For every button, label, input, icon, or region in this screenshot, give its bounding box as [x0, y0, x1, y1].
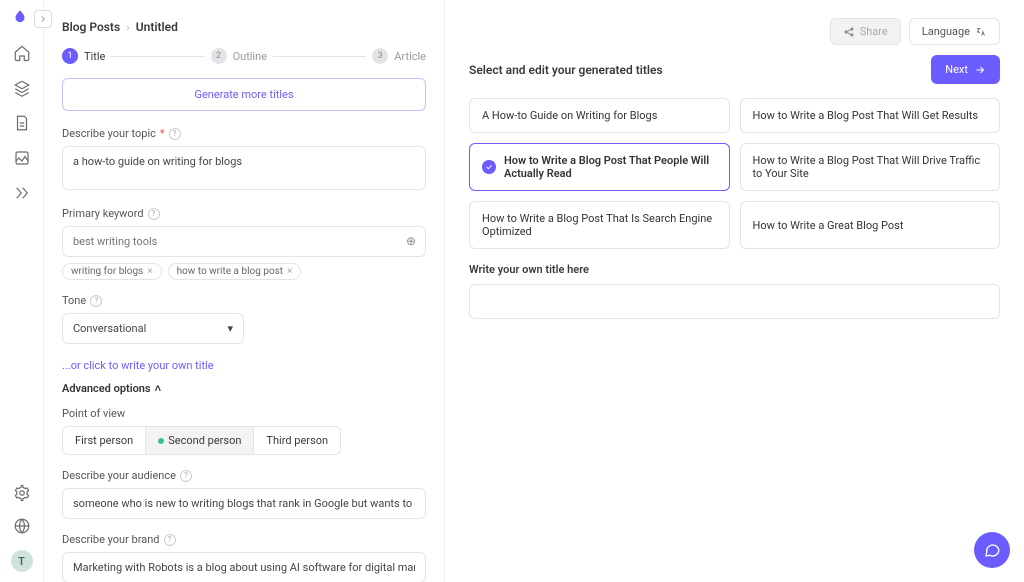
nav-document-icon[interactable]	[13, 114, 31, 135]
nav-home-icon[interactable]	[13, 44, 31, 65]
language-button[interactable]: Language	[909, 18, 1000, 45]
remove-chip-icon[interactable]: ×	[147, 266, 152, 277]
audience-input[interactable]	[62, 488, 426, 519]
help-icon[interactable]: ?	[169, 128, 181, 140]
check-icon	[482, 160, 496, 174]
form-panel: Blog Posts › Untitled 1Title 2Outline 3A…	[44, 0, 444, 582]
pov-second[interactable]: Second person	[146, 427, 254, 454]
breadcrumb-parent[interactable]: Blog Posts	[62, 20, 120, 34]
app-logo[interactable]	[11, 8, 33, 30]
nav-globe-icon[interactable]	[13, 517, 31, 538]
title-option[interactable]: How to Write a Blog Post That Will Drive…	[740, 143, 1001, 191]
step-outline[interactable]: 2Outline	[211, 48, 268, 64]
title-option[interactable]: How to Write a Blog Post That People Wil…	[469, 143, 730, 191]
sidebar-rail: T	[0, 0, 44, 582]
write-own-link[interactable]: ...or click to write your own title	[62, 359, 214, 372]
chat-fab[interactable]	[974, 532, 1010, 568]
help-icon[interactable]: ?	[148, 208, 160, 220]
sidebar-collapse-button[interactable]	[34, 10, 52, 28]
generate-more-button[interactable]: Generate more titles	[62, 78, 426, 111]
own-title-input[interactable]	[469, 284, 1000, 319]
step-article[interactable]: 3Article	[372, 48, 426, 64]
title-option[interactable]: How to Write a Great Blog Post	[740, 201, 1001, 249]
title-option[interactable]: How to Write a Blog Post That Is Search …	[469, 201, 730, 249]
audience-label: Describe your audience ?	[62, 469, 426, 482]
user-avatar[interactable]: T	[11, 550, 33, 572]
remove-chip-icon[interactable]: ×	[287, 266, 292, 277]
keyword-label: Primary keyword ?	[62, 207, 426, 220]
title-option[interactable]: A How-to Guide on Writing for Blogs	[469, 98, 730, 133]
keyword-input[interactable]	[62, 226, 426, 257]
pov-third[interactable]: Third person	[254, 427, 340, 454]
step-title[interactable]: 1Title	[62, 48, 105, 64]
chevron-right-icon: ›	[126, 20, 130, 34]
wizard-steps: 1Title 2Outline 3Article	[62, 48, 426, 64]
chevron-down-icon: ▾	[227, 322, 233, 335]
tone-label: Tone ?	[62, 294, 426, 307]
nav-image-icon[interactable]	[13, 149, 31, 170]
nav-settings-icon[interactable]	[13, 484, 31, 505]
help-icon[interactable]: ?	[90, 295, 102, 307]
keyword-chip[interactable]: how to write a blog post×	[168, 263, 302, 280]
topic-label: Describe your topic * ?	[62, 127, 426, 140]
help-icon[interactable]: ?	[180, 470, 192, 482]
nav-layers-icon[interactable]	[13, 79, 31, 100]
nav-skip-icon[interactable]	[13, 184, 31, 205]
topic-input[interactable]	[62, 146, 426, 190]
share-button: Share	[830, 18, 901, 45]
title-option[interactable]: How to Write a Blog Post That Will Get R…	[740, 98, 1001, 133]
brand-label: Describe your brand ?	[62, 533, 426, 546]
pov-first[interactable]: First person	[63, 427, 146, 454]
breadcrumb: Blog Posts › Untitled	[62, 20, 426, 34]
pov-segment: First person Second person Third person	[62, 426, 341, 455]
results-heading: Select and edit your generated titles	[469, 63, 663, 77]
add-keyword-button[interactable]: ⊕	[406, 234, 416, 248]
tone-select[interactable]: Conversational▾	[62, 313, 244, 344]
chevron-up-icon: ˄	[155, 382, 161, 395]
brand-input[interactable]	[62, 552, 426, 582]
results-panel: Share Language Select and edit your gene…	[445, 0, 1024, 582]
keyword-chip[interactable]: writing for blogs×	[62, 263, 162, 280]
advanced-toggle[interactable]: Advanced options˄	[62, 382, 426, 395]
help-icon[interactable]: ?	[164, 534, 176, 546]
pov-label: Point of view	[62, 407, 426, 420]
next-button[interactable]: Next	[931, 55, 1000, 84]
own-title-label: Write your own title here	[469, 263, 1000, 276]
breadcrumb-current: Untitled	[136, 20, 178, 34]
